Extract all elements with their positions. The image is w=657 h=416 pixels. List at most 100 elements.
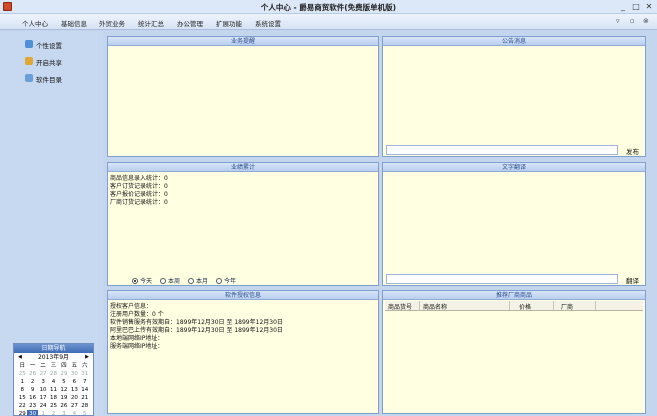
calendar-day[interactable]: 22 [17, 402, 27, 410]
calendar-day[interactable]: 2 [27, 378, 37, 386]
radio-label: 本周 [168, 278, 181, 285]
calendar-day[interactable]: 9 [27, 386, 37, 394]
calendar-weekday: 二 [40, 363, 46, 369]
calendar-day[interactable]: 20 [69, 394, 79, 402]
mdi-close-icon[interactable]: ⊗ [643, 17, 649, 25]
calendar-day[interactable]: 3 [59, 410, 69, 416]
license-lines: 授权客户信息： 注册用户数量：0 个 软件销售服务有效期自：1899年12月30… [110, 303, 376, 351]
calendar-day[interactable]: 29 [17, 410, 27, 416]
palette-icon [25, 40, 33, 48]
calendar-day[interactable]: 28 [48, 370, 58, 378]
prev-month-icon[interactable]: ◀ [18, 353, 22, 362]
period-radio-week[interactable]: 本周 [160, 276, 180, 285]
calendar-day[interactable]: 6 [69, 378, 79, 386]
column-divider [419, 301, 420, 311]
announcement-input[interactable] [386, 145, 618, 155]
calendar-day[interactable]: 27 [69, 402, 79, 410]
calendar-day[interactable]: 4 [48, 378, 58, 386]
calendar-day[interactable]: 1 [38, 410, 48, 416]
menu-basic-info[interactable]: 基础信息 [61, 18, 87, 28]
calendar-day[interactable]: 5 [80, 410, 90, 416]
panel-title: 软件授权信息 [108, 291, 378, 300]
recommended-products-panel: 推荐厂商商品 商品货号 商品名称 价格 厂商 [382, 290, 646, 414]
calendar-day[interactable]: 12 [59, 386, 69, 394]
nav-item-label: 开启共享 [36, 59, 62, 67]
calendar-day[interactable]: 16 [27, 394, 37, 402]
calendar-day[interactable]: 8 [17, 386, 27, 394]
calendar-day[interactable]: 18 [48, 394, 58, 402]
calendar-day[interactable]: 13 [69, 386, 79, 394]
period-radio-month[interactable]: 本月 [188, 276, 208, 285]
column-header[interactable]: 厂商 [561, 302, 573, 311]
radio-label: 今年 [224, 278, 237, 285]
calendar-day[interactable]: 26 [27, 370, 37, 378]
menu-foreign-trade[interactable]: 外贸业务 [99, 18, 125, 28]
calendar-day[interactable]: 28 [80, 402, 90, 410]
calendar-day[interactable]: 15 [17, 394, 27, 402]
calendar-weekday: 六 [82, 363, 88, 369]
calendar-month-nav: ◀ 2013年9月 ▶ [14, 353, 93, 362]
calendar-title: 日期导航 [14, 344, 93, 353]
license-line: 授权客户信息： [110, 303, 153, 310]
menu-office[interactable]: 办公管理 [177, 18, 203, 28]
calendar-day[interactable]: 19 [59, 394, 69, 402]
stats-line: 客户订货记录统计：0 [110, 183, 168, 190]
calendar-day[interactable]: 5 [59, 378, 69, 386]
menu-extensions[interactable]: 扩展功能 [216, 18, 242, 28]
share-icon [25, 57, 33, 65]
calendar-day[interactable]: 30 [27, 410, 38, 416]
calendar-day[interactable]: 21 [80, 394, 90, 402]
column-header[interactable]: 商品货号 [388, 302, 412, 311]
nav-item-software-directory[interactable]: 软件目录 [25, 74, 62, 84]
calendar-day[interactable]: 25 [48, 402, 58, 410]
calendar-day[interactable]: 7 [80, 378, 90, 386]
menu-system-settings[interactable]: 系统设置 [255, 18, 281, 28]
calendar-day[interactable]: 4 [69, 410, 79, 416]
calendar-day[interactable]: 29 [59, 370, 69, 378]
calendar-day[interactable]: 10 [38, 386, 48, 394]
mdi-dropdown-icon[interactable]: ▿ [616, 17, 620, 25]
publish-button[interactable]: 发布 [626, 146, 639, 156]
calendar-day[interactable]: 24 [38, 402, 48, 410]
mdi-restore-icon[interactable]: ▫ [630, 17, 635, 25]
period-radio-today[interactable]: 今天 [132, 276, 152, 285]
panel-title: 业务提醒 [108, 37, 378, 46]
calendar-day[interactable]: 26 [59, 402, 69, 410]
calendar-month-label: 2013年9月 [37, 354, 70, 361]
calendar-day[interactable]: 25 [17, 370, 27, 378]
radio-label: 本月 [196, 278, 209, 285]
radio-icon [188, 278, 194, 284]
translate-button[interactable]: 翻译 [626, 275, 639, 285]
nav-item-enable-sharing[interactable]: 开启共享 [25, 57, 62, 67]
minimize-button[interactable]: _ [617, 1, 629, 12]
license-line: 本地端网络IP地址： [110, 335, 164, 342]
calendar-day[interactable]: 3 [38, 378, 48, 386]
calendar-day[interactable]: 31 [80, 370, 90, 378]
radio-label: 今天 [140, 278, 153, 285]
column-header[interactable]: 价格 [519, 302, 531, 311]
calendar-day[interactable]: 17 [38, 394, 48, 402]
nav-item-label: 个性设置 [36, 42, 62, 50]
calendar-day[interactable]: 23 [27, 402, 37, 410]
calendar-weekday: 三 [50, 363, 57, 369]
folder-icon [25, 74, 33, 82]
next-month-icon[interactable]: ▶ [85, 353, 89, 362]
menu-personal-center[interactable]: 个人中心 [22, 18, 48, 28]
period-radio-year[interactable]: 今年 [216, 276, 236, 285]
nav-item-personal-settings[interactable]: 个性设置 [25, 40, 62, 50]
calendar-day[interactable]: 30 [69, 370, 79, 378]
translation-input[interactable] [386, 274, 618, 284]
license-line: 阿里巴巴上传有效期自：1899年12月30日 至 1899年12月30日 [110, 327, 283, 334]
close-button[interactable]: ✕ [643, 1, 655, 12]
panel-title: 推荐厂商商品 [383, 291, 645, 300]
restore-button[interactable]: □ [630, 1, 642, 12]
calendar-day[interactable]: 11 [48, 386, 58, 394]
radio-icon [160, 278, 166, 284]
menu-statistics[interactable]: 统计汇总 [138, 18, 164, 28]
calendar-day[interactable]: 27 [38, 370, 48, 378]
column-header[interactable]: 商品名称 [423, 302, 447, 311]
calendar-weekday: 五 [71, 363, 78, 369]
calendar-day[interactable]: 2 [48, 410, 58, 416]
calendar-day[interactable]: 1 [17, 378, 27, 386]
calendar-day[interactable]: 14 [80, 386, 90, 394]
